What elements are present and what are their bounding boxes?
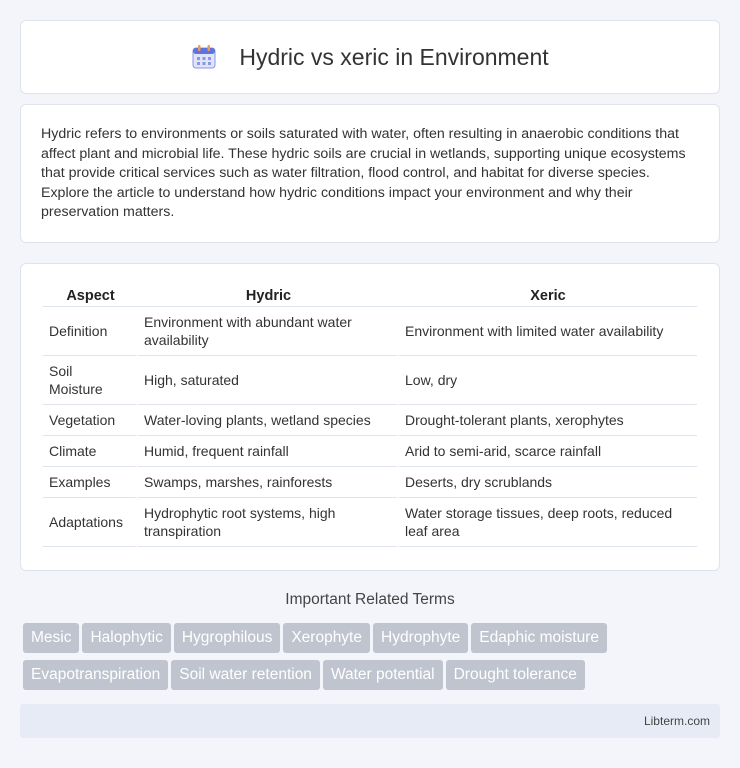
intro-paragraph: Hydric refers to environments or soils s… [41, 126, 686, 221]
table-row: Definition Environment with abundant wat… [43, 307, 697, 356]
hydric-cell: Swamps, marshes, rainforests [138, 467, 399, 498]
aspect-cell: Soil Moisture [43, 356, 138, 405]
header-aspect: Aspect [43, 282, 138, 307]
aspect-cell: Examples [43, 467, 138, 498]
comparison-table: Aspect Hydric Xeric Definition Environme… [43, 282, 697, 547]
aspect-cell: Adaptations [43, 498, 138, 547]
intro-card: Hydric refers to environments or soils s… [20, 104, 720, 243]
term-tag-water-potential[interactable]: Water potential [322, 660, 443, 690]
hydric-cell: Environment with abundant water availabi… [138, 307, 399, 356]
calendar-icon [192, 45, 216, 69]
aspect-cell: Vegetation [43, 405, 138, 436]
footer-site-link[interactable]: Libterm.com [644, 714, 710, 728]
related-terms-title: Important Related Terms [285, 591, 455, 608]
hydric-cell: High, saturated [138, 356, 399, 405]
page-title: Hydric vs xeric in Environment [239, 43, 549, 70]
hydric-cell: Water-loving plants, wetland species [138, 405, 399, 436]
aspect-cell: Definition [43, 307, 138, 356]
xeric-cell: Drought-tolerant plants, xerophytes [399, 405, 697, 436]
xeric-cell: Low, dry [399, 356, 697, 405]
comparison-table-card: Aspect Hydric Xeric Definition Environme… [20, 263, 720, 571]
footer: Libterm.com [20, 704, 720, 738]
term-tag-evapotranspiration[interactable]: Evapotranspiration [23, 660, 169, 690]
hydric-cell: Hydrophytic root systems, high transpira… [138, 498, 399, 547]
term-tag-hygrophilous[interactable]: Hygrophilous [173, 623, 281, 653]
table-row: Adaptations Hydrophytic root systems, hi… [43, 498, 697, 547]
term-tag-edaphic-moisture[interactable]: Edaphic moisture [471, 623, 608, 653]
header-xeric: Xeric [399, 282, 697, 307]
xeric-cell: Water storage tissues, deep roots, reduc… [399, 498, 697, 547]
header-hydric: Hydric [138, 282, 399, 307]
aspect-cell: Climate [43, 436, 138, 467]
term-tag-soil-water-retention[interactable]: Soil water retention [171, 660, 320, 690]
term-tag-xerophyte[interactable]: Xerophyte [283, 623, 370, 653]
table-row: Examples Swamps, marshes, rainforests De… [43, 467, 697, 498]
hydric-cell: Humid, frequent rainfall [138, 436, 399, 467]
term-tag-halophytic[interactable]: Halophytic [82, 623, 171, 653]
table-row: Vegetation Water-loving plants, wetland … [43, 405, 697, 436]
table-row: Soil Moisture High, saturated Low, dry [43, 356, 697, 405]
xeric-cell: Environment with limited water availabil… [399, 307, 697, 356]
term-tag-mesic[interactable]: Mesic [23, 623, 80, 653]
term-tag-hydrophyte[interactable]: Hydrophyte [373, 623, 469, 653]
table-header-row: Aspect Hydric Xeric [43, 282, 697, 307]
title-card: Hydric vs xeric in Environment [20, 20, 720, 94]
xeric-cell: Deserts, dry scrublands [399, 467, 697, 498]
table-row: Climate Humid, frequent rainfall Arid to… [43, 436, 697, 467]
xeric-cell: Arid to semi-arid, scarce rainfall [399, 436, 697, 467]
related-terms-list: Mesic Halophytic Hygrophilous Xerophyte Hydr… [23, 623, 723, 697]
term-tag-drought-tolerance[interactable]: Drought tolerance [445, 660, 585, 690]
